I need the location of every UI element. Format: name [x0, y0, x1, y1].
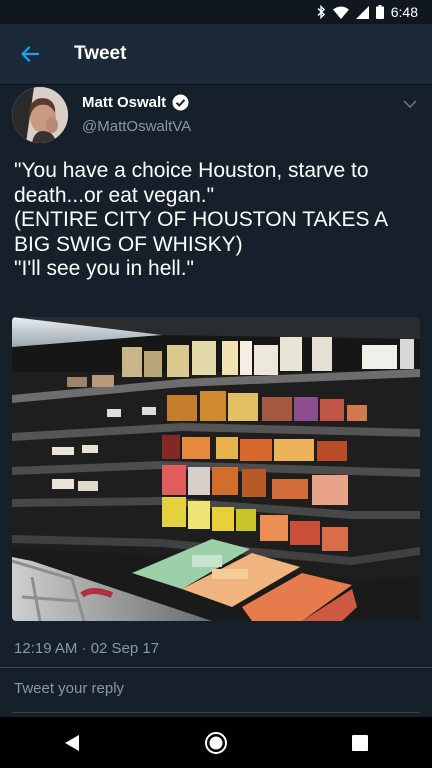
reply-underline	[12, 712, 420, 713]
tweet-photo[interactable]	[12, 317, 420, 621]
battery-icon	[375, 5, 384, 19]
page-title: Tweet	[74, 43, 127, 64]
avatar[interactable]	[12, 87, 68, 143]
system-nav-bar	[0, 717, 432, 768]
back-triangle-icon	[65, 734, 79, 751]
status-time: 6:48	[390, 4, 418, 20]
nav-recents-button[interactable]	[340, 723, 380, 763]
chevron-down-icon	[403, 100, 417, 109]
nav-home-button[interactable]	[196, 723, 236, 763]
tweet-menu-button[interactable]	[400, 94, 420, 114]
author-handle[interactable]: @MattOswaltVA	[82, 118, 191, 135]
status-bar: 6:48	[0, 0, 432, 24]
grocery-shelf-image	[12, 317, 420, 621]
bluetooth-icon	[317, 5, 325, 19]
app-bar: Tweet	[0, 24, 432, 85]
tweet-timestamp: 12:19 AM · 02 Sep 17	[14, 640, 160, 657]
recents-square-icon	[352, 734, 368, 751]
author-row: Matt Oswalt	[82, 94, 189, 111]
home-circle-icon	[205, 731, 227, 754]
reply-bar: Tweet your reply	[0, 667, 432, 718]
arrow-left-icon	[21, 46, 39, 62]
wifi-icon	[332, 6, 349, 19]
back-button[interactable]	[18, 42, 42, 66]
cell-signal-icon	[355, 5, 369, 19]
avatar-image	[12, 87, 68, 143]
reply-input[interactable]: Tweet your reply	[14, 680, 124, 697]
nav-back-button[interactable]	[52, 723, 92, 763]
verified-badge-icon	[172, 94, 189, 111]
author-name[interactable]: Matt Oswalt	[82, 94, 166, 111]
tweet-text: "You have a choice Houston, starve to de…	[14, 159, 388, 281]
